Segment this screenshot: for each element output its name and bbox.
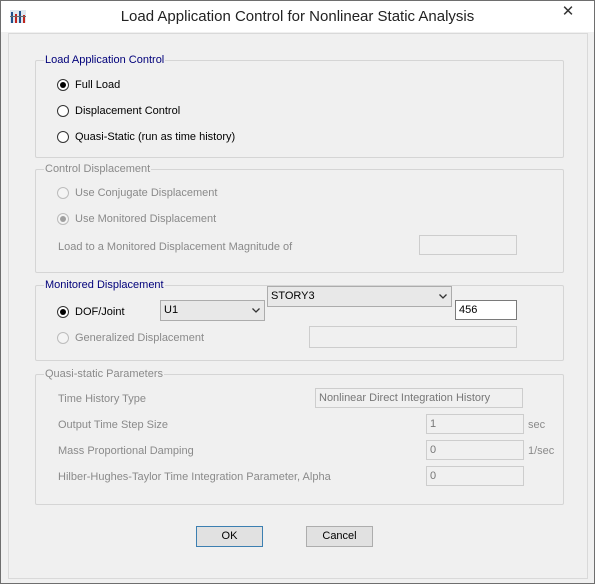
use-conjugate-radio[interactable] <box>57 187 69 199</box>
load-application-group: Load Application Control Full Load Displ… <box>35 53 564 158</box>
output-step-unit: sec <box>528 419 546 431</box>
cancel-button[interactable]: Cancel <box>306 526 373 547</box>
time-history-type-field[interactable]: Nonlinear Direct Integration History <box>315 388 523 408</box>
hht-alpha-label: Hilber-Hughes-Taylor Time Integration Pa… <box>58 471 331 483</box>
dof-joint-radio[interactable] <box>57 306 69 318</box>
magnitude-field[interactable] <box>419 235 517 255</box>
magnitude-label: Load to a Monitored Displacement Magnitu… <box>58 241 293 253</box>
full-load-radio[interactable] <box>57 79 69 91</box>
output-step-label: Output Time Step Size <box>58 419 169 431</box>
use-monitored-label[interactable]: Use Monitored Displacement <box>75 212 216 226</box>
load-application-legend: Load Application Control <box>44 53 166 67</box>
dof-joint-label[interactable]: DOF/Joint <box>75 305 125 319</box>
ok-button[interactable]: OK <box>196 526 263 547</box>
chevron-down-icon <box>439 294 447 299</box>
monitored-displacement-legend: Monitored Displacement <box>44 278 165 292</box>
quasi-static-radio[interactable] <box>57 131 69 143</box>
story-select-value: STORY3 <box>271 290 315 302</box>
use-conjugate-label[interactable]: Use Conjugate Displacement <box>75 186 217 200</box>
generalized-displacement-field[interactable] <box>309 326 517 348</box>
use-monitored-radio[interactable] <box>57 213 69 225</box>
generalized-displacement-radio[interactable] <box>57 332 69 344</box>
output-step-field[interactable]: 1 <box>426 414 524 434</box>
window-title: Load Application Control for Nonlinear S… <box>120 8 475 25</box>
displacement-control-label[interactable]: Displacement Control <box>75 104 180 118</box>
mass-damping-label: Mass Proportional Damping <box>58 445 194 457</box>
quasi-static-label[interactable]: Quasi-Static (run as time history) <box>75 130 235 144</box>
chevron-down-icon <box>252 308 260 313</box>
mass-damping-field[interactable]: 0 <box>426 440 524 460</box>
dialog-window: Load Application Control for Nonlinear S… <box>0 0 595 584</box>
control-displacement-group: Control Displacement Use Conjugate Displ… <box>35 162 564 273</box>
control-displacement-legend: Control Displacement <box>44 162 152 176</box>
dof-select-value: U1 <box>164 304 179 316</box>
displacement-control-radio[interactable] <box>57 105 69 117</box>
title-bar[interactable]: Load Application Control for Nonlinear S… <box>1 1 594 32</box>
monitored-displacement-group: Monitored Displacement DOF/Joint U1 STOR… <box>35 278 564 361</box>
story-select[interactable]: STORY3 <box>267 286 452 307</box>
close-button[interactable]: ✕ <box>546 2 590 22</box>
dialog-body: Load Application Control Full Load Displ… <box>8 33 588 579</box>
quasi-static-group: Quasi-static Parameters Time History Typ… <box>35 367 564 505</box>
close-icon: ✕ <box>561 3 575 20</box>
time-history-type-label: Time History Type <box>58 393 147 405</box>
dof-select[interactable]: U1 <box>160 300 265 321</box>
joint-field[interactable]: 456 <box>455 300 517 320</box>
full-load-label[interactable]: Full Load <box>75 78 120 92</box>
quasi-static-legend: Quasi-static Parameters <box>44 367 164 381</box>
mass-damping-unit: 1/sec <box>528 445 555 457</box>
generalized-displacement-label[interactable]: Generalized Displacement <box>75 331 204 345</box>
hht-alpha-field[interactable]: 0 <box>426 466 524 486</box>
